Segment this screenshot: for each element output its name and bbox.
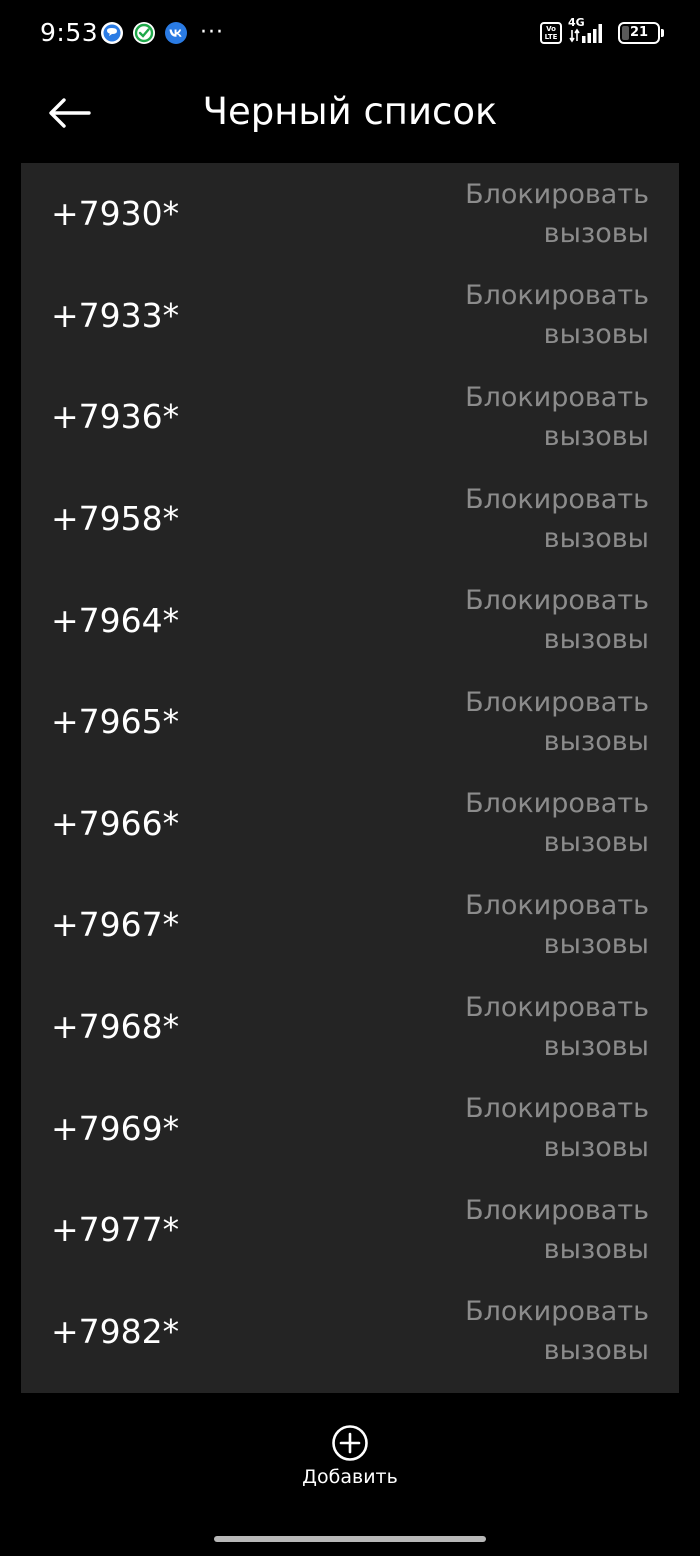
block-calls-label: Блокировать вызовы — [465, 381, 649, 452]
list-item[interactable]: +7966* Блокировать вызовы — [21, 773, 679, 875]
blocked-number: +7966* — [51, 803, 180, 843]
block-calls-label: Блокировать вызовы — [465, 1194, 649, 1265]
network-type-label: 4G — [568, 16, 585, 29]
blocked-number: +7969* — [51, 1108, 180, 1148]
blocked-number: +7936* — [51, 397, 180, 437]
list-item[interactable]: +7969* Блокировать вызовы — [21, 1077, 679, 1179]
notification-icons: ··· — [100, 21, 224, 45]
volte-icon: Vo LTE — [540, 22, 562, 44]
screen: 9:53 ··· Vo LTE 4G 21 Черный список +793… — [0, 0, 700, 1556]
list-item[interactable]: +7933* Блокировать вызовы — [21, 265, 679, 367]
block-calls-label: Блокировать вызовы — [465, 889, 649, 960]
block-calls-label: Блокировать вызовы — [465, 788, 649, 859]
block-calls-label: Блокировать вызовы — [465, 178, 649, 249]
block-calls-label: Блокировать вызовы — [465, 280, 649, 351]
blocked-number: +7958* — [51, 499, 180, 539]
list-item[interactable]: +7958* Блокировать вызовы — [21, 468, 679, 570]
blocked-number: +7967* — [51, 905, 180, 945]
block-calls-label: Блокировать вызовы — [465, 585, 649, 656]
status-bar: 9:53 ··· Vo LTE 4G 21 — [0, 0, 700, 66]
blocked-number: +7977* — [51, 1210, 180, 1250]
block-calls-label: Блокировать вызовы — [465, 1296, 649, 1367]
more-notifications-indicator: ··· — [200, 20, 224, 45]
blocked-number: +7930* — [51, 194, 180, 234]
chat-bubble-icon — [101, 22, 123, 44]
list-item[interactable]: +7968* Блокировать вызовы — [21, 976, 679, 1078]
blocked-number: +7964* — [51, 600, 180, 640]
block-calls-label: Блокировать вызовы — [465, 483, 649, 554]
list-item[interactable]: +7967* Блокировать вызовы — [21, 874, 679, 976]
block-calls-label: Блокировать вызовы — [465, 991, 649, 1062]
status-indicators: Vo LTE 4G 21 — [540, 16, 664, 46]
blocked-number: +7982* — [51, 1311, 180, 1351]
blocked-number: +7965* — [51, 702, 180, 742]
green-check-icon — [133, 22, 155, 44]
status-time: 9:53 — [40, 18, 99, 47]
home-indicator[interactable] — [214, 1536, 486, 1542]
blocked-number: +7968* — [51, 1007, 180, 1047]
add-label: Добавить — [302, 1466, 398, 1488]
battery-level: 21 — [629, 25, 649, 40]
plus-circle-icon — [332, 1425, 368, 1461]
blocked-number: +7933* — [51, 295, 180, 335]
app-header: Черный список — [0, 66, 700, 162]
block-calls-label: Блокировать вызовы — [465, 686, 649, 757]
block-calls-label: Блокировать вызовы — [465, 1093, 649, 1164]
add-button[interactable]: Добавить — [275, 1424, 425, 1500]
list-item[interactable]: +7965* Блокировать вызовы — [21, 671, 679, 773]
battery-icon: 21 — [618, 22, 664, 44]
battery-tip — [661, 29, 664, 37]
page-title: Черный список — [202, 90, 498, 133]
list-item[interactable]: +7964* Блокировать вызовы — [21, 569, 679, 671]
list-item[interactable]: +7936* Блокировать вызовы — [21, 366, 679, 468]
vk-icon — [165, 22, 187, 44]
signal-strength-icon: 4G — [568, 16, 608, 46]
list-item[interactable]: +7982* Блокировать вызовы — [21, 1281, 679, 1383]
blacklist: +7930* Блокировать вызовы +7933* Блокиро… — [21, 163, 679, 1393]
list-item[interactable]: +7930* Блокировать вызовы — [21, 163, 679, 265]
list-item[interactable]: +7977* Блокировать вызовы — [21, 1179, 679, 1281]
